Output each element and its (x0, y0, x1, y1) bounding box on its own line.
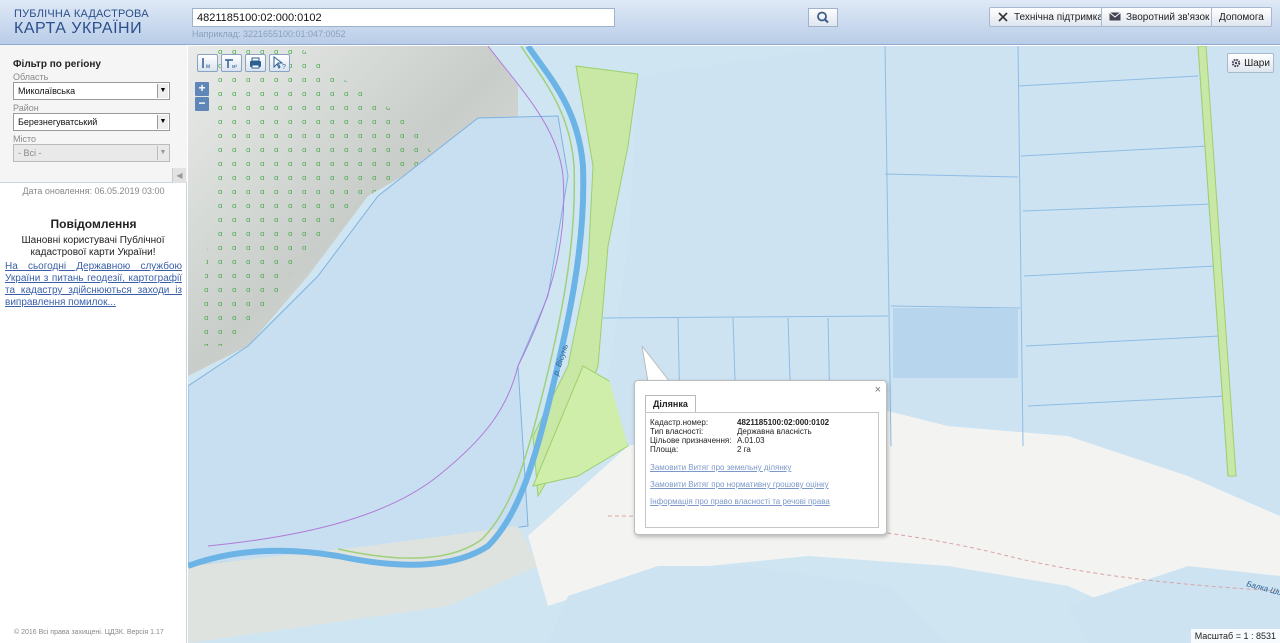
left-panel: Фільтр по регіону Область Миколаївська ▼… (0, 45, 187, 643)
row-key: Площа: (650, 445, 679, 454)
logo-line2: КАРТА УКРАЇНИ (14, 20, 143, 37)
help-button[interactable]: Допомога (1211, 7, 1272, 27)
parcel-popup: × Ділянка Кадастр.номер: 4821185100:02:00… (634, 380, 887, 535)
ownership-info-link[interactable]: Інформація про право власності та речові… (650, 497, 830, 506)
identify-tool[interactable]: ? (269, 54, 290, 72)
row-key: Тип власності: (650, 427, 704, 436)
misto-label: Місто (13, 134, 37, 144)
row-key: Кадастр.номер: (650, 418, 709, 427)
area-ruler-icon: м² (225, 59, 237, 70)
cursor-question-icon: ? (273, 56, 286, 71)
ruler-icon: м (202, 58, 210, 70)
mail-icon (1109, 12, 1121, 21)
notice-link[interactable]: На сьогодні Державною службою України з … (5, 261, 182, 309)
chevron-down-icon: ▼ (157, 146, 168, 160)
help-label: Допомога (1219, 11, 1264, 23)
zoom-in-button[interactable]: + (195, 82, 209, 96)
zoom-out-button[interactable]: − (195, 97, 209, 111)
svg-text:м²: м² (232, 64, 237, 70)
row-value: 2 га (737, 445, 751, 454)
popup-row: Площа: 2 га (650, 445, 751, 454)
order-extract-link[interactable]: Замовити Витяг про земельну ділянку (650, 463, 791, 472)
raion-value: Березнегуватський (18, 117, 98, 127)
close-icon[interactable]: × (875, 384, 881, 396)
notice-text: Шановні користувачі Публічної кадастрово… (21, 235, 165, 258)
popup-row: Цільове призначення: A.01.03 (650, 436, 765, 445)
search-icon (817, 11, 829, 24)
svg-text:м: м (206, 64, 210, 70)
filter-title: Фільтр по регіону (13, 59, 101, 70)
header-bar: ПУБЛІЧНА КАДАСТРОВА КАРТА УКРАЇНИ Наприк… (0, 0, 1280, 45)
order-valuation-link[interactable]: Замовити Витяг про нормативну грошову оц… (650, 480, 829, 489)
support-label: Технічна підтримка (1014, 11, 1103, 23)
oblast-select[interactable]: Миколаївська ▼ (13, 82, 170, 100)
copyright: © 2016 Всі права захищені. ЦДЗК. Версія … (14, 629, 164, 636)
region-filter: Фільтр по регіону Область Миколаївська ▼… (0, 45, 187, 183)
svg-text:?: ? (282, 64, 286, 71)
oblast-label: Область (13, 72, 49, 82)
logo-line1: ПУБЛІЧНА КАДАСТРОВА (14, 8, 149, 20)
popup-row: Кадастр.номер: 4821185100:02:000:0102 (650, 418, 829, 427)
search-hint: Наприклад: 3221655100:01:047:0052 (192, 29, 346, 39)
popup-body: Кадастр.номер: 4821185100:02:000:0102 Тип… (645, 412, 879, 528)
layers-button[interactable]: Шари (1227, 53, 1274, 73)
layers-label: Шари (1244, 57, 1270, 69)
feedback-button[interactable]: Зворотний зв'язок (1101, 7, 1218, 27)
popup-row: Тип власності: Державна власність (650, 427, 812, 436)
print-tool[interactable] (245, 54, 266, 72)
measure-length-tool[interactable]: м (197, 54, 218, 72)
search-button[interactable] (808, 8, 838, 27)
gear-icon (1231, 58, 1241, 68)
popup-tab[interactable]: Ділянка (645, 395, 696, 412)
update-date: Дата оновлення: 06.05.2019 03:00 (22, 186, 165, 196)
raion-select[interactable]: Березнегуватський ▼ (13, 113, 170, 131)
map-view[interactable]: ɑ (188, 46, 1280, 643)
misto-value: - Всі - (18, 148, 42, 158)
chevron-down-icon: ▼ (157, 84, 168, 98)
map-scale: Масштаб = 1 : 8531 (1190, 629, 1280, 643)
search-area: Наприклад: 3221655100:01:047:0052 (192, 8, 838, 39)
row-value: A.01.03 (737, 436, 765, 445)
row-value: 4821185100:02:000:0102 (737, 418, 830, 427)
collapse-panel-button[interactable]: ◀ (172, 168, 186, 183)
measure-area-tool[interactable]: м² (221, 54, 242, 72)
row-key: Цільове призначення: (650, 436, 732, 445)
map-canvas[interactable]: ɑ (188, 46, 1280, 643)
row-value: Державна власність (737, 427, 812, 436)
parcel-highlight (893, 308, 1018, 378)
support-button[interactable]: Технічна підтримка (989, 7, 1111, 27)
site-logo[interactable]: ПУБЛІЧНА КАДАСТРОВА КАРТА УКРАЇНИ (14, 9, 149, 37)
misto-select[interactable]: - Всі - ▼ (13, 144, 170, 162)
notice-title: Повідомлення (50, 217, 137, 231)
oblast-value: Миколаївська (18, 86, 76, 96)
tools-icon (998, 12, 1008, 22)
raion-label: Район (13, 103, 39, 113)
chevron-down-icon: ▼ (157, 115, 168, 129)
cadastral-search-input[interactable] (192, 8, 615, 27)
feedback-label: Зворотний зв'язок (1126, 11, 1210, 23)
printer-icon (250, 57, 261, 69)
